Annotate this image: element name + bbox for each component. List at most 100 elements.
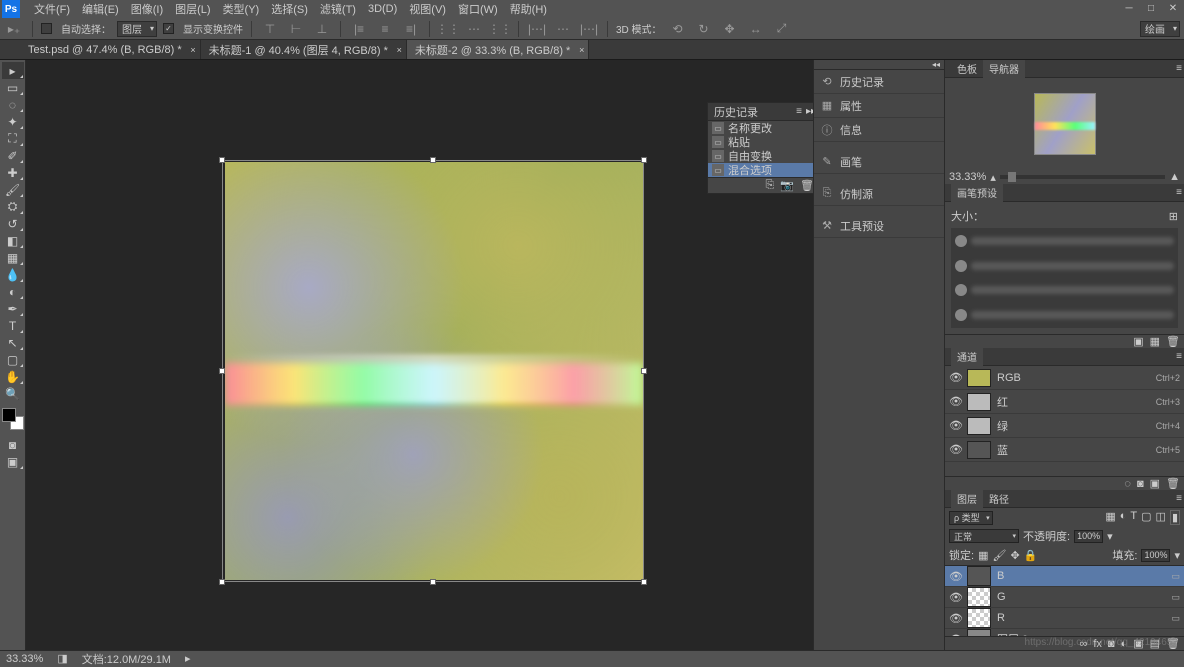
delete-icon[interactable]: 🗑 xyxy=(1166,477,1180,490)
lock-position-icon[interactable]: ✥ xyxy=(1010,549,1019,562)
visibility-icon[interactable]: 👁 xyxy=(949,443,961,456)
opacity-dropdown-icon[interactable]: ▾ xyxy=(1107,530,1113,543)
layers-tab[interactable]: 图层 xyxy=(951,489,983,508)
align-top-icon[interactable]: ⊤ xyxy=(260,21,280,37)
roll-3d-icon[interactable]: ↻ xyxy=(694,21,714,37)
align-vcenter-icon[interactable]: ⊢ xyxy=(286,21,306,37)
eyedropper-tool[interactable]: ✐ xyxy=(2,147,24,164)
brush-preset-item[interactable] xyxy=(955,281,1174,300)
panel-expander-brush[interactable]: ✎画笔 xyxy=(814,150,944,174)
filter-adjust-icon[interactable]: ◐ xyxy=(1120,510,1127,525)
transform-handle[interactable] xyxy=(219,157,225,163)
transform-handle[interactable] xyxy=(430,157,436,163)
paths-tab[interactable]: 路径 xyxy=(983,489,1015,508)
brush-toggle-icon[interactable]: ⊞ xyxy=(1169,210,1178,223)
zoom-slider[interactable] xyxy=(1000,175,1165,179)
eraser-tool[interactable]: ◧ xyxy=(2,232,24,249)
panel-menu-icon[interactable]: ≡ xyxy=(1176,493,1182,504)
filter-smart-icon[interactable]: ◫ xyxy=(1156,510,1166,525)
swatches-tab[interactable]: 色板 xyxy=(951,60,983,78)
heal-tool[interactable]: ✚ xyxy=(2,164,24,181)
history-panel-header[interactable]: 历史记录▸▸≡ xyxy=(708,103,813,121)
pan-3d-icon[interactable]: ✥ xyxy=(720,21,740,37)
layer-row[interactable]: 👁B▭ xyxy=(945,566,1184,587)
filter-type-icon[interactable]: T xyxy=(1130,510,1137,525)
visibility-icon[interactable]: 👁 xyxy=(949,371,961,384)
zoom-3d-icon[interactable]: ⤢ xyxy=(772,21,792,37)
panel-menu-icon[interactable]: ≡ xyxy=(1176,187,1182,198)
auto-select-combo[interactable]: 图层 xyxy=(117,21,157,37)
link-icon[interactable]: ▭ xyxy=(1171,592,1180,603)
new-brush-icon[interactable]: ▣ xyxy=(1133,335,1143,348)
visibility-icon[interactable]: 👁 xyxy=(949,612,961,625)
layer-row[interactable]: 👁R▭ xyxy=(945,608,1184,629)
type-tool[interactable]: T xyxy=(2,317,24,334)
history-item[interactable]: ▭混合选项 xyxy=(708,163,813,177)
wand-tool[interactable]: ✦ xyxy=(2,113,24,130)
panel-expander-info[interactable]: ⓘ信息 xyxy=(814,118,944,142)
color-swatches[interactable] xyxy=(2,408,24,430)
navigator-tab[interactable]: 导航器 xyxy=(983,60,1025,78)
path-tool[interactable]: ↖ xyxy=(2,334,24,351)
layer-row[interactable]: 👁图层 0 xyxy=(945,629,1184,636)
panel-expander-properties[interactable]: ▦属性 xyxy=(814,94,944,118)
show-transform-checkbox[interactable]: ✓ xyxy=(163,23,174,34)
fill-dropdown-icon[interactable]: ▾ xyxy=(1174,549,1180,562)
fill-value[interactable]: 100% xyxy=(1141,549,1170,562)
lasso-tool[interactable]: ◌ xyxy=(2,96,24,113)
menu-edit[interactable]: 编辑(E) xyxy=(76,0,125,19)
close-button[interactable]: ✕ xyxy=(1162,0,1184,16)
expand-icon[interactable]: ◂◂ xyxy=(814,60,944,70)
transform-handle[interactable] xyxy=(641,157,647,163)
collapse-icon[interactable]: ▸▸ xyxy=(806,106,813,117)
document-tab[interactable]: Test.psd @ 47.4% (B, RGB/8) *× xyxy=(20,40,201,59)
brush-preset-tab[interactable]: 画笔预设 xyxy=(951,183,1003,202)
history-item[interactable]: ▭自由变换 xyxy=(708,149,813,163)
panel-menu-icon[interactable]: ≡ xyxy=(1176,351,1182,362)
zoom-tool[interactable]: 🔍 xyxy=(2,385,24,402)
lock-pixels-icon[interactable]: 🖌 xyxy=(992,549,1006,562)
new-icon[interactable]: ▦ xyxy=(1150,335,1160,348)
load-selection-icon[interactable]: ◌ xyxy=(1124,478,1131,490)
menu-layer[interactable]: 图层(L) xyxy=(169,0,216,19)
visibility-icon[interactable]: 👁 xyxy=(949,570,961,583)
channel-row[interactable]: 👁蓝Ctrl+5 xyxy=(945,438,1184,462)
maximize-button[interactable]: □ xyxy=(1140,0,1162,16)
menu-image[interactable]: 图像(I) xyxy=(125,0,169,19)
distribute-icon[interactable]: ⋯ xyxy=(464,21,484,37)
menu-select[interactable]: 选择(S) xyxy=(265,0,314,19)
screen-mode-toggle[interactable]: ▣ xyxy=(2,453,24,470)
canvas-area[interactable]: 历史记录▸▸≡ ▭名称更改 ▭粘贴 ▭自由变换 ▭混合选项 ⎘ 📷 🗑 xyxy=(26,60,813,650)
save-selection-icon[interactable]: ◙ xyxy=(1137,478,1144,490)
quickmask-toggle[interactable]: ◙ xyxy=(2,436,24,453)
visibility-icon[interactable]: 👁 xyxy=(949,395,961,408)
status-chevron-icon[interactable]: ▸ xyxy=(185,652,191,665)
marquee-tool[interactable]: ▭ xyxy=(2,79,24,96)
filter-shape-icon[interactable]: ▢ xyxy=(1141,510,1151,525)
brush-preset-item[interactable] xyxy=(955,306,1174,325)
zoom-out-icon[interactable]: ▴ xyxy=(990,171,996,184)
menu-window[interactable]: 窗口(W) xyxy=(452,0,504,19)
history-item[interactable]: ▭名称更改 xyxy=(708,121,813,135)
menu-help[interactable]: 帮助(H) xyxy=(504,0,553,19)
close-tab-icon[interactable]: × xyxy=(190,45,195,55)
blend-mode-combo[interactable]: 正常 xyxy=(949,529,1019,543)
close-tab-icon[interactable]: × xyxy=(397,45,402,55)
close-tab-icon[interactable]: × xyxy=(579,45,584,55)
lock-all-icon[interactable]: 🔒 xyxy=(1024,549,1038,562)
visibility-icon[interactable]: 👁 xyxy=(949,419,961,432)
panel-expander-clone[interactable]: ⎘仿制源 xyxy=(814,182,944,206)
panel-menu-icon[interactable]: ≡ xyxy=(796,106,802,117)
brush-tool[interactable]: 🖌 xyxy=(2,181,24,198)
pen-tool[interactable]: ✒ xyxy=(2,300,24,317)
layer-filter-combo[interactable]: ρ 类型 xyxy=(949,511,993,525)
history-item[interactable]: ▭粘贴 xyxy=(708,135,813,149)
delete-icon[interactable]: 🗑 xyxy=(800,179,813,192)
brush-preset-item[interactable] xyxy=(955,232,1174,251)
distribute-icon[interactable]: ⋯ xyxy=(553,21,573,37)
filter-pixel-icon[interactable]: ▦ xyxy=(1105,510,1115,525)
orbit-3d-icon[interactable]: ⟲ xyxy=(668,21,688,37)
menu-file[interactable]: 文件(F) xyxy=(28,0,76,19)
minimize-button[interactable]: ─ xyxy=(1118,0,1140,16)
channel-row[interactable]: 👁RGBCtrl+2 xyxy=(945,366,1184,390)
